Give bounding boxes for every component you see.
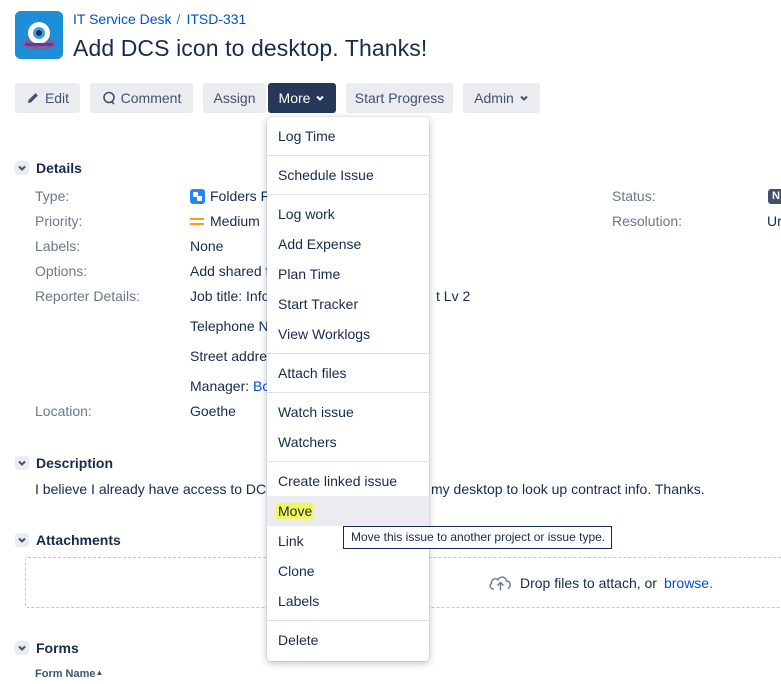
telephone-value: Telephone N xyxy=(190,318,269,334)
assign-button[interactable]: Assign xyxy=(203,83,266,113)
menu-divider xyxy=(267,353,429,354)
menu-divider xyxy=(267,392,429,393)
menu-item-watchers[interactable]: Watchers xyxy=(267,427,429,457)
priority-label: Priority: xyxy=(35,213,83,229)
breadcrumb-issue-key[interactable]: ITSD-331 xyxy=(186,11,246,27)
menu-item-clone[interactable]: Clone xyxy=(267,556,429,586)
description-text-right: my desktop to look up contract info. Tha… xyxy=(431,481,705,497)
form-name-column-header[interactable]: Form Name▲ xyxy=(35,668,103,680)
options-label: Options: xyxy=(35,263,88,279)
location-label: Location: xyxy=(35,403,92,419)
start-progress-label: Start Progress xyxy=(354,90,445,106)
status-badge: N xyxy=(768,189,781,204)
comment-button[interactable]: Comment xyxy=(90,83,193,113)
menu-item-log-work[interactable]: Log work xyxy=(267,199,429,229)
job-title-value: Job title: Info xyxy=(190,288,270,304)
type-value: Folders Fi xyxy=(190,188,272,204)
menu-item-delete[interactable]: Delete xyxy=(267,625,429,655)
folder-type-icon xyxy=(190,188,205,204)
more-button[interactable]: More xyxy=(268,83,336,113)
labels-value: None xyxy=(190,238,224,254)
menu-divider xyxy=(267,461,429,462)
breadcrumb-separator: / xyxy=(176,11,181,27)
priority-value-text: Medium xyxy=(210,213,260,229)
labels-label: Labels: xyxy=(35,238,81,254)
manager-label: Manager: xyxy=(190,378,250,394)
browse-link[interactable]: browse. xyxy=(664,575,713,591)
move-tooltip: Move this issue to another project or is… xyxy=(343,526,612,549)
priority-value: Medium xyxy=(190,213,260,229)
chevron-down-icon xyxy=(15,456,29,470)
dropzone-message: Drop files to attach, or browse. xyxy=(488,574,713,592)
edit-button[interactable]: Edit xyxy=(15,83,80,113)
type-value-text: Folders Fi xyxy=(210,188,273,204)
forms-section-toggle[interactable]: Forms xyxy=(15,639,79,657)
breadcrumb-project-link[interactable]: IT Service Desk xyxy=(73,11,172,27)
resolution-value: Ur xyxy=(767,213,781,229)
menu-item-attach-files[interactable]: Attach files xyxy=(267,358,429,388)
page-title: Add DCS icon to desktop. Thanks! xyxy=(73,35,428,61)
admin-button[interactable]: Admin xyxy=(463,83,540,113)
comment-button-label: Comment xyxy=(120,90,182,106)
edit-button-label: Edit xyxy=(44,90,70,106)
reporter-details-label: Reporter Details: xyxy=(35,288,141,304)
more-dropdown-menu: Log Time Schedule Issue Log work Add Exp… xyxy=(267,117,429,661)
breadcrumb: IT Service Desk / ITSD-331 xyxy=(73,11,246,27)
project-avatar[interactable] xyxy=(15,11,63,59)
resolution-label: Resolution: xyxy=(612,213,683,229)
pencil-icon xyxy=(27,93,38,103)
menu-item-move[interactable]: Move xyxy=(267,496,429,526)
menu-item-plan-time[interactable]: Plan Time xyxy=(267,259,429,289)
details-heading: Details xyxy=(36,160,82,176)
chevron-down-icon xyxy=(316,95,325,101)
menu-divider xyxy=(267,620,429,621)
details-section-toggle[interactable]: Details xyxy=(15,159,82,177)
priority-medium-icon xyxy=(190,217,204,225)
form-name-header-label: Form Name xyxy=(35,668,96,680)
comment-icon xyxy=(102,91,115,105)
sort-arrow-icon: ▲ xyxy=(95,668,104,677)
menu-divider xyxy=(267,194,429,195)
attachments-heading: Attachments xyxy=(36,532,121,548)
more-button-label: More xyxy=(278,90,311,106)
menu-item-create-linked-issue[interactable]: Create linked issue xyxy=(267,466,429,496)
description-section-toggle[interactable]: Description xyxy=(15,454,113,472)
location-value: Goethe xyxy=(190,403,236,419)
manager-row: Manager: Bo xyxy=(190,378,270,394)
chevron-down-icon xyxy=(520,95,528,101)
menu-item-view-worklogs[interactable]: View Worklogs xyxy=(267,319,429,349)
drop-files-text: Drop files to attach, or xyxy=(520,575,657,591)
assign-button-label: Assign xyxy=(213,90,256,106)
status-label: Status: xyxy=(612,188,656,204)
menu-item-log-time[interactable]: Log Time xyxy=(267,121,429,151)
admin-button-label: Admin xyxy=(474,90,514,106)
menu-item-watch-issue[interactable]: Watch issue xyxy=(267,397,429,427)
options-value: Add shared f xyxy=(190,263,270,279)
chevron-down-icon xyxy=(15,161,29,175)
chevron-down-icon xyxy=(15,641,29,655)
menu-item-move-label: Move xyxy=(276,503,315,519)
job-title-value-tail: t Lv 2 xyxy=(436,288,471,304)
description-text-left: I believe I already have access to DCS, xyxy=(35,481,280,497)
menu-item-schedule-issue[interactable]: Schedule Issue xyxy=(267,160,429,190)
menu-item-start-tracker[interactable]: Start Tracker xyxy=(267,289,429,319)
chevron-down-icon xyxy=(15,533,29,547)
attachments-section-toggle[interactable]: Attachments xyxy=(15,531,121,549)
type-label: Type: xyxy=(35,188,70,204)
menu-divider xyxy=(267,155,429,156)
description-heading: Description xyxy=(36,455,114,471)
start-progress-button[interactable]: Start Progress xyxy=(346,83,453,113)
menu-item-labels[interactable]: Labels xyxy=(267,586,429,616)
cloud-upload-icon xyxy=(489,576,511,591)
menu-item-add-expense[interactable]: Add Expense xyxy=(267,229,429,259)
forms-heading: Forms xyxy=(36,640,79,656)
street-address-value: Street addres xyxy=(190,348,275,364)
